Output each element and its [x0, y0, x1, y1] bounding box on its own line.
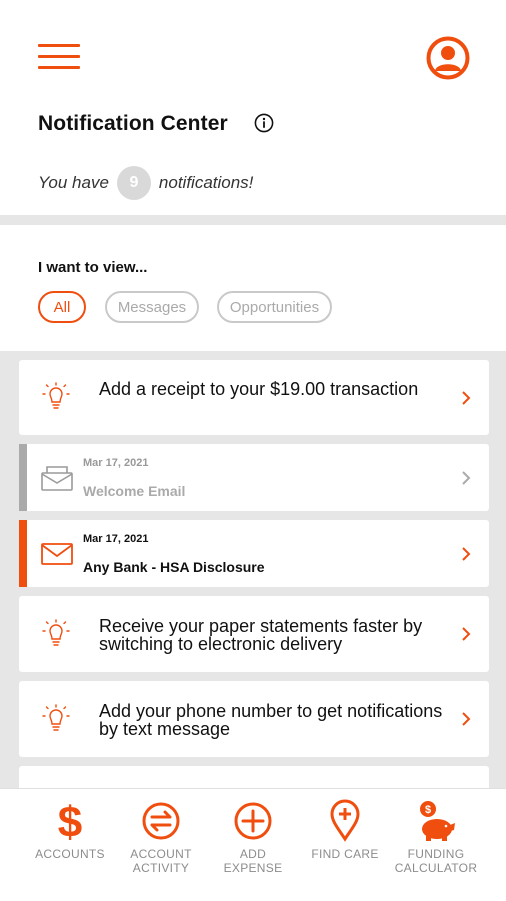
- svg-text:$: $: [58, 799, 82, 843]
- header: Notification Center You have 9 notificat…: [0, 0, 506, 215]
- nav-add-expense[interactable]: ADD EXPENSE: [207, 789, 299, 901]
- notification-card-e-delivery[interactable]: Receive your paper statements faster by …: [19, 596, 489, 672]
- lightbulb-icon: [42, 704, 70, 731]
- notification-text: Add a receipt to your $19.00 transaction: [99, 379, 419, 399]
- bottom-nav: $ ACCOUNTS ACCOUNTACTIVITY ADDEXPENSE: [0, 788, 506, 901]
- nav-funding-calculator[interactable]: $ FUNDING CALCULATOR: [390, 789, 482, 901]
- notification-card-partial[interactable]: [19, 766, 489, 788]
- read-indicator-bar: [19, 444, 27, 511]
- notification-summary-suffix: notifications!: [158, 173, 254, 192]
- notification-list: Add a receipt to your $19.00 transaction…: [0, 351, 506, 788]
- nav-label: ADD EXPENSE: [223, 847, 283, 875]
- chevron-right-icon: [462, 712, 471, 726]
- svg-text:$: $: [425, 804, 431, 816]
- message-subject: Any Bank - HSA Disclosure: [83, 559, 265, 575]
- filter-chip-messages[interactable]: Messages: [105, 291, 199, 323]
- transfer-arrows-icon: [142, 802, 180, 840]
- profile-avatar-icon[interactable]: [426, 36, 470, 80]
- nav-account-activity[interactable]: ACCOUNT ACTIVITY: [115, 789, 207, 901]
- notification-card-phone-number[interactable]: Add your phone number to get notificatio…: [19, 681, 489, 757]
- info-icon[interactable]: [254, 113, 274, 133]
- filter-label: I want to view...: [38, 259, 148, 276]
- notification-summary-prefix: You have: [38, 173, 109, 192]
- nav-find-care[interactable]: FIND CARE: [299, 789, 391, 901]
- notification-card-welcome-email[interactable]: Mar 17, 2021 Welcome Email: [19, 444, 489, 511]
- chevron-right-icon: [462, 547, 471, 561]
- filter-chip-opportunities[interactable]: Opportunities: [217, 291, 332, 323]
- nav-label: FIND CARE: [311, 847, 379, 861]
- message-date: Mar 17, 2021: [83, 533, 149, 545]
- nav-accounts[interactable]: $ ACCOUNTS: [24, 789, 116, 901]
- nav-label: ACCOUNTS: [35, 847, 105, 861]
- lightbulb-icon: [42, 382, 70, 409]
- nav-label: FUNDING CALCULATOR: [394, 847, 478, 875]
- nav-label: ACCOUNT ACTIVITY: [130, 847, 192, 875]
- chevron-right-icon: [462, 627, 471, 641]
- chevron-right-icon: [462, 471, 471, 485]
- piggy-bank-icon: $: [420, 801, 455, 841]
- message-date: Mar 17, 2021: [83, 457, 149, 469]
- chevron-right-icon: [462, 391, 471, 405]
- message-subject: Welcome Email: [83, 483, 186, 499]
- notification-text: Add your phone number to get notificatio…: [99, 701, 443, 739]
- plus-circle-icon: [234, 802, 272, 840]
- notification-card-hsa-disclosure[interactable]: Mar 17, 2021 Any Bank - HSA Disclosure: [19, 520, 489, 587]
- unread-indicator-bar: [19, 520, 27, 587]
- notification-count-badge: 9: [116, 166, 151, 200]
- lightbulb-icon: [42, 619, 70, 646]
- notification-summary: You have 9 notifications!: [38, 166, 253, 200]
- envelope-icon: [41, 543, 73, 565]
- section-divider: [0, 215, 506, 225]
- hamburger-menu-icon[interactable]: [38, 44, 80, 70]
- envelope-open-icon: [41, 466, 73, 491]
- filter-section: I want to view... All Messages Opportuni…: [0, 225, 506, 351]
- notification-card-receipt[interactable]: Add a receipt to your $19.00 transaction: [19, 360, 489, 435]
- notification-text: Receive your paper statements faster by …: [99, 616, 423, 654]
- location-pin-plus-icon: [330, 799, 360, 842]
- filter-chip-all[interactable]: All: [38, 291, 86, 323]
- dollar-icon: $: [58, 799, 82, 843]
- page-title: Notification Center: [38, 112, 228, 135]
